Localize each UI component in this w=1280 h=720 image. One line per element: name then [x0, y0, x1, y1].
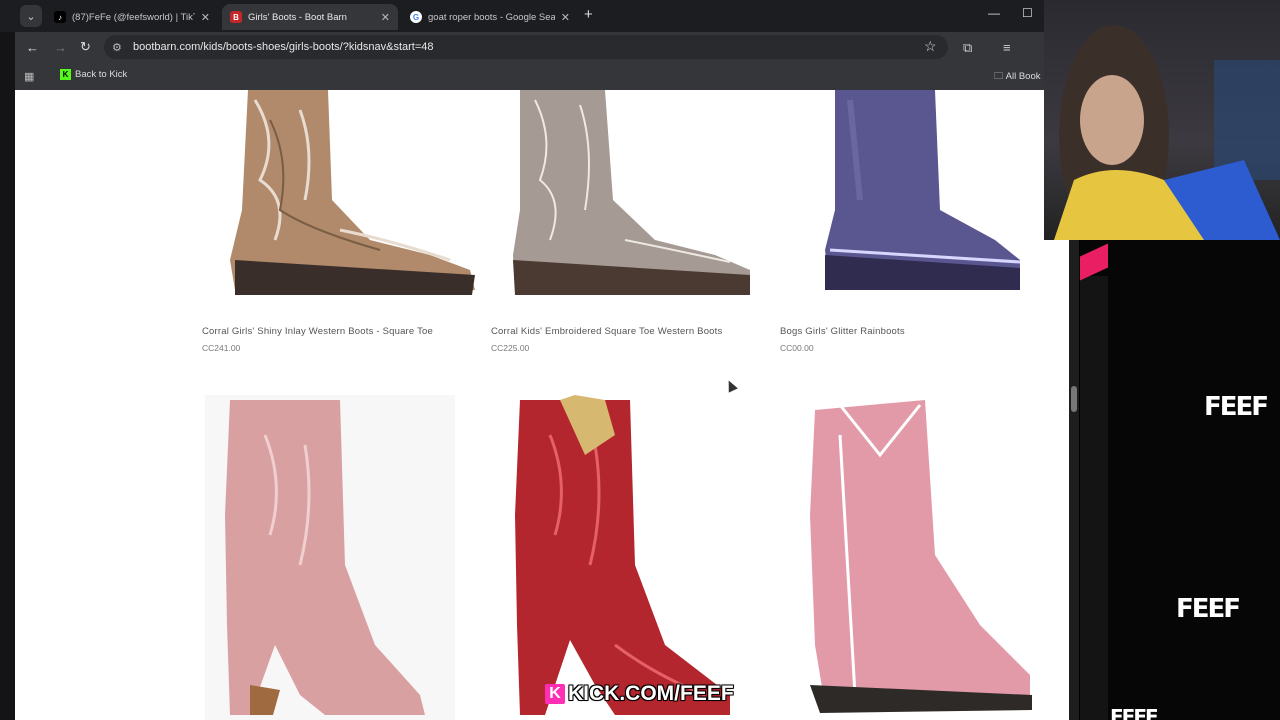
scrollbar-thumb[interactable] [1071, 386, 1077, 412]
kick-url-banner: K KICK.COM/FEEF [545, 681, 734, 707]
product-price: CC00.00 [780, 343, 814, 353]
product-name[interactable]: Corral Kids' Embroidered Square Toe West… [491, 326, 722, 337]
media-icon[interactable]: ≡ [1003, 40, 1011, 55]
close-icon[interactable]: ✕ [381, 11, 390, 24]
product-image-embroidered-boot[interactable] [505, 90, 755, 315]
feef-logo: FEEF [1110, 705, 1159, 720]
tiktok-icon: ♪ [54, 11, 66, 23]
forward-button[interactable]: → [54, 40, 67, 55]
tab-google[interactable]: G goat roper boots - Google Sea ✕ [402, 4, 578, 30]
tab-title: goat roper boots - Google Sea [428, 11, 555, 23]
tab-tiktok[interactable]: ♪ (87)FeFe (@feefsworld) | TikTok ✕ [46, 4, 218, 30]
feef-logo: FEEF [1204, 392, 1269, 422]
product-name[interactable]: Bogs Girls' Glitter Rainboots [780, 326, 905, 337]
all-bookmarks[interactable]: 🗀 All Book [994, 69, 1040, 85]
minimize-button[interactable]: — [988, 6, 1000, 20]
stream-screen: { "browser": { "tabs": [ {"title": "(87)… [0, 0, 1280, 720]
tab-bootbarn[interactable]: B Girls' Boots - Boot Barn ✕ [222, 4, 398, 30]
kick-url-text: KICK.COM/FEEF [568, 682, 734, 705]
stream-side-panel [1080, 240, 1280, 720]
product-price: CC241.00 [202, 343, 241, 353]
bookmark-back-to-kick[interactable]: Back to Kick [75, 69, 127, 80]
product-grid: Corral Girls' Shiny Inlay Western Boots … [15, 90, 1069, 720]
apps-grid-icon[interactable]: ▦ [24, 70, 34, 83]
product-image-red-boot[interactable] [505, 395, 750, 720]
folder-icon: 🗀 [994, 71, 1006, 82]
product-image-inlay-boot[interactable] [220, 90, 485, 315]
bootbarn-icon: B [230, 11, 242, 23]
new-tab-button[interactable]: + [584, 6, 593, 23]
tab-title: (87)FeFe (@feefsworld) | TikTok [72, 11, 195, 23]
kick-logo-icon: K [545, 684, 565, 704]
product-price: CC225.00 [491, 343, 530, 353]
tab-search-button[interactable]: ⌄ [20, 5, 42, 27]
all-bookmarks-label: All Book [1005, 71, 1041, 82]
url-text[interactable]: bootbarn.com/kids/boots-shoes/girls-boot… [133, 41, 434, 53]
desktop-edge [0, 32, 15, 720]
panel-stripe [1080, 276, 1108, 720]
tab-title: Girls' Boots - Boot Barn [248, 11, 347, 23]
back-button[interactable]: ← [26, 40, 39, 55]
product-image-pink-boot[interactable] [205, 395, 455, 720]
close-icon[interactable]: ✕ [561, 11, 570, 24]
kick-icon: K [60, 69, 71, 80]
maximize-button[interactable]: ☐ [1022, 6, 1033, 20]
bookmark-star-icon[interactable]: ☆ [924, 38, 937, 55]
product-name[interactable]: Corral Girls' Shiny Inlay Western Boots … [202, 326, 433, 337]
product-image-pink-toddler-boot[interactable] [800, 395, 1035, 720]
google-icon: G [410, 11, 422, 23]
site-info-icon[interactable]: ⚙ [112, 41, 122, 54]
product-image-rainboot[interactable] [810, 90, 1035, 315]
close-icon[interactable]: ✕ [201, 11, 210, 24]
reload-button[interactable]: ↻ [80, 39, 91, 55]
extensions-icon[interactable]: ⧉ [963, 40, 972, 56]
streamer-webcam-image [1054, 25, 1280, 240]
bookmarks-bar [0, 62, 1044, 91]
webcam-feed [1044, 0, 1280, 240]
feef-logo: FEEF [1176, 594, 1241, 624]
